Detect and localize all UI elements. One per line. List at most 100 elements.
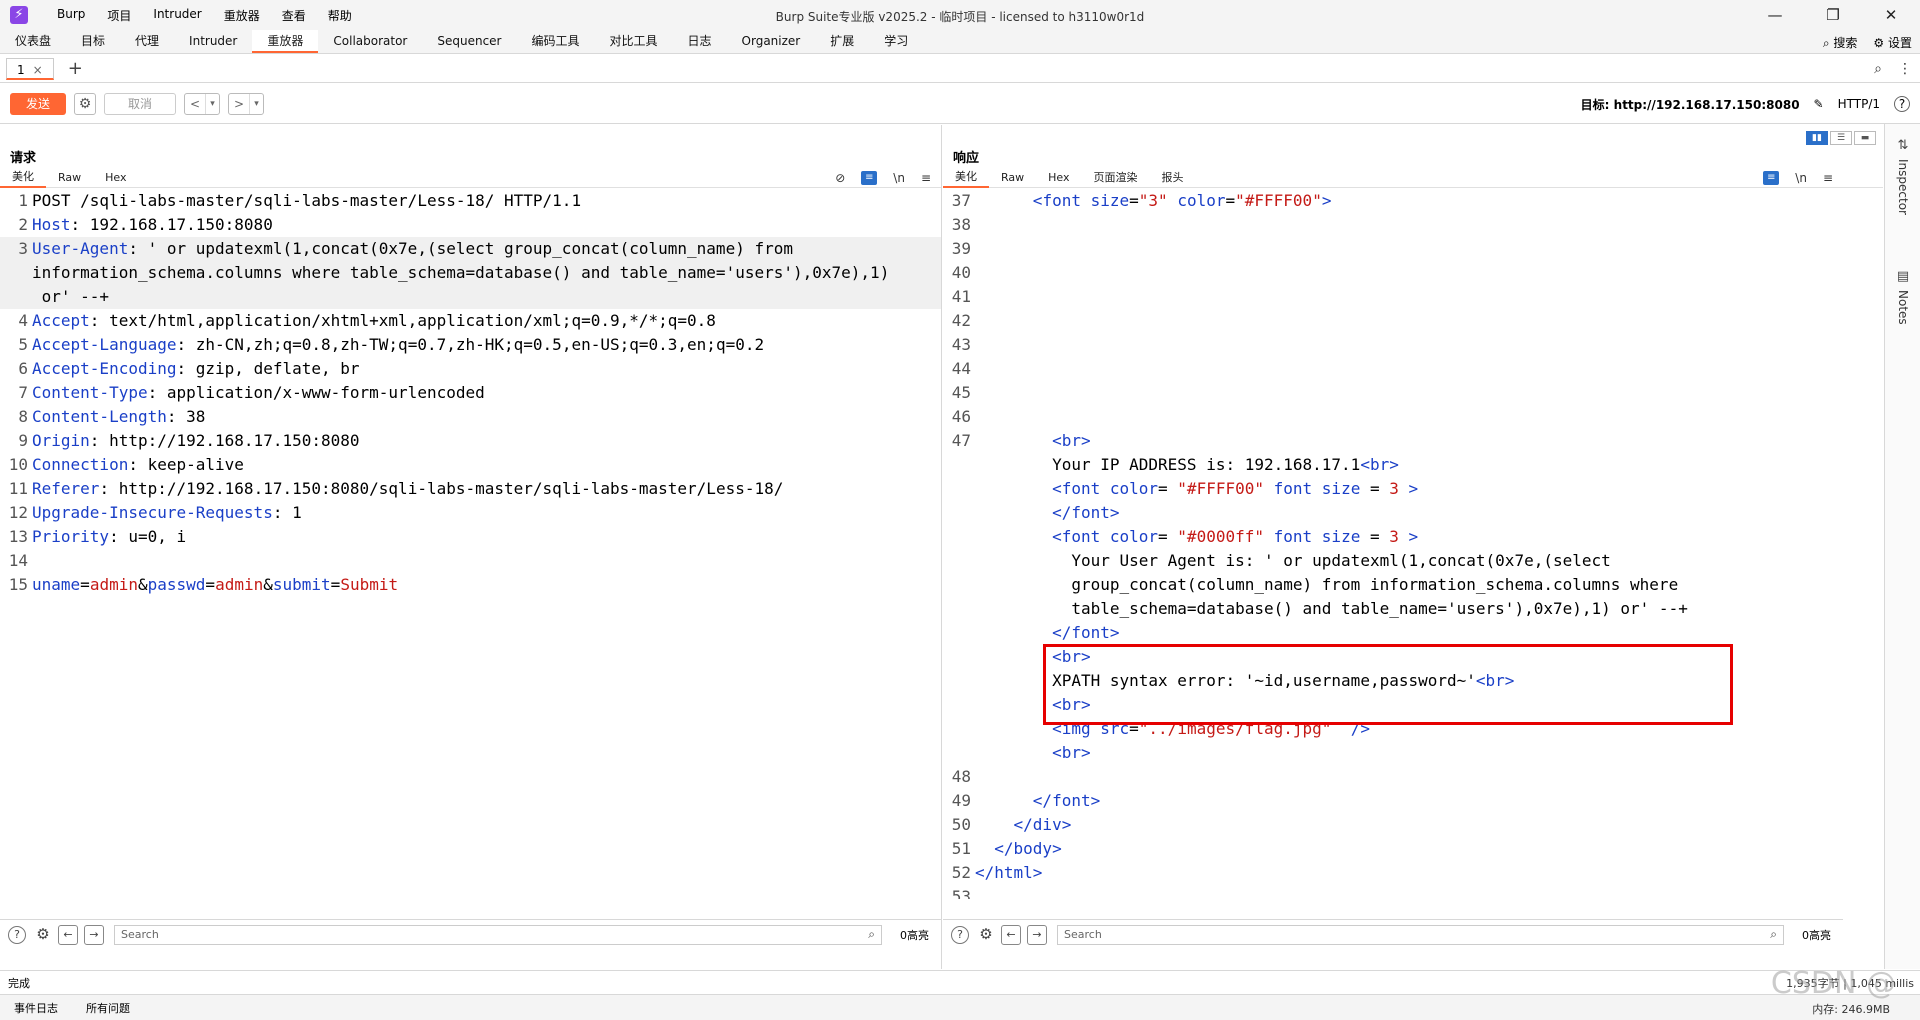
code-line[interactable]: 38	[943, 213, 1843, 237]
close-tab-icon[interactable]: ×	[33, 63, 43, 77]
next-match-icon[interactable]: →	[1027, 924, 1047, 945]
response-tab-pretty[interactable]: 美化	[943, 167, 989, 188]
minimize-icon[interactable]: —	[1746, 0, 1804, 30]
menu-repeater[interactable]: 重放器	[213, 7, 271, 24]
gear-icon[interactable]: ⚙	[977, 926, 995, 944]
help-icon[interactable]: ?	[8, 925, 26, 944]
code-line[interactable]: 44	[943, 357, 1843, 381]
response-tab-headers[interactable]: 报头	[1150, 168, 1196, 187]
http-version-selector[interactable]: HTTP/1	[1838, 97, 1880, 111]
global-search-button[interactable]: ⌕ 搜索	[1823, 34, 1858, 51]
response-tab-render[interactable]: 页面渲染	[1082, 168, 1150, 187]
help-icon[interactable]: ?	[951, 925, 969, 944]
help-icon[interactable]: ?	[1894, 96, 1910, 112]
code-line[interactable]: 52 </html>	[943, 861, 1843, 885]
response-tab-raw[interactable]: Raw	[989, 168, 1036, 187]
response-search-input[interactable]: Search ⌕	[1057, 924, 1784, 945]
code-line[interactable]: 47 <br>	[943, 429, 1843, 453]
code-line[interactable]: 9 Origin: http://192.168.17.150:8080	[0, 429, 941, 453]
gear-icon[interactable]: ⚙	[34, 926, 52, 944]
edit-target-pencil-icon[interactable]: ✎	[1814, 97, 1824, 111]
code-line[interactable]: Your User Agent is: ' or updatexml(1,con…	[943, 549, 1843, 573]
request-editor[interactable]: 1 POST /sqli-labs-master/sqli-labs-master…	[0, 189, 941, 899]
code-line[interactable]: 8 Content-Length: 38	[0, 405, 941, 429]
code-line[interactable]: 13 Priority: u=0, i	[0, 525, 941, 549]
code-line[interactable]: 48	[943, 765, 1843, 789]
response-editor[interactable]: 37 <font size="3" color="#FFFF00"> 38 39 40…	[943, 189, 1843, 899]
code-line[interactable]: 3 User-Agent: ' or updatexml(1,concat(0x7…	[0, 237, 941, 261]
menu-help[interactable]: 帮助	[317, 7, 363, 24]
code-line[interactable]: </font>	[943, 621, 1843, 645]
notes-panel-button[interactable]: ▤ Notes	[1885, 269, 1920, 328]
code-line[interactable]: 12 Upgrade-Insecure-Requests: 1	[0, 501, 941, 525]
tab-learn[interactable]: 学习	[869, 30, 923, 53]
code-line[interactable]: 51 </body>	[943, 837, 1843, 861]
code-line[interactable]: 53	[943, 885, 1843, 899]
code-line[interactable]: 4 Accept: text/html,application/xhtml+xml…	[0, 309, 941, 333]
code-line[interactable]: 40	[943, 261, 1843, 285]
more-icon[interactable]: ⋮	[1898, 61, 1912, 77]
menu-icon[interactable]: ≡	[921, 171, 931, 185]
code-line[interactable]: or' --+	[0, 285, 941, 309]
code-line[interactable]: table_schema=database() and table_name='…	[943, 597, 1843, 621]
code-line[interactable]: 10 Connection: keep-alive	[0, 453, 941, 477]
code-line[interactable]: 5 Accept-Language: zh-CN,zh;q=0.8,zh-TW;q…	[0, 333, 941, 357]
code-line[interactable]: <br>	[943, 693, 1843, 717]
tab-search-icon[interactable]: ⌕	[1874, 61, 1882, 77]
close-icon[interactable]: ✕	[1862, 0, 1920, 30]
layout-tabbed-icon[interactable]: ▬	[1854, 131, 1876, 145]
inspector-panel-button[interactable]: ⇅ Inspector	[1885, 138, 1920, 218]
layout-stacked-icon[interactable]: ☰	[1830, 131, 1852, 145]
add-tab-button[interactable]: +	[68, 58, 83, 79]
code-line[interactable]: 15 uname=admin&passwd=admin&submit=Submit	[0, 573, 941, 597]
tab-decoder[interactable]: 编码工具	[516, 30, 594, 53]
global-settings-button[interactable]: ⚙ 设置	[1873, 34, 1912, 51]
code-line[interactable]: 41	[943, 285, 1843, 309]
menu-intruder[interactable]: Intruder	[142, 7, 212, 24]
previous-match-icon[interactable]: ←	[58, 924, 78, 945]
previous-match-icon[interactable]: ←	[1001, 924, 1021, 945]
word-wrap-icon[interactable]: ≡	[861, 171, 878, 185]
tab-logger[interactable]: 日志	[673, 30, 727, 53]
code-line[interactable]: <img src="../images/flag.jpg" />	[943, 717, 1843, 741]
menu-burp[interactable]: Burp	[46, 7, 96, 24]
back-arrow-icon[interactable]: <	[185, 94, 205, 114]
hide-eye-icon[interactable]: ⊘	[835, 171, 845, 185]
request-search-input[interactable]: Search ⌕	[114, 924, 882, 945]
word-wrap-icon[interactable]: ≡	[1763, 171, 1780, 185]
request-tab-hex[interactable]: Hex	[93, 168, 138, 187]
code-line[interactable]: 43	[943, 333, 1843, 357]
forward-dropdown-icon[interactable]: ▾	[249, 93, 263, 114]
tab-collaborator[interactable]: Collaborator	[318, 30, 422, 53]
code-line[interactable]: 50 </div>	[943, 813, 1843, 837]
request-tab-pretty[interactable]: 美化	[0, 167, 46, 188]
tab-dashboard[interactable]: 仪表盘	[0, 30, 66, 53]
tab-comparer[interactable]: 对比工具	[595, 30, 673, 53]
tab-sequencer[interactable]: Sequencer	[422, 30, 516, 53]
next-match-icon[interactable]: →	[84, 924, 104, 945]
code-line[interactable]: 46	[943, 405, 1843, 429]
code-line[interactable]: 2 Host: 192.168.17.150:8080	[0, 213, 941, 237]
code-line[interactable]: information_schema.columns where table_s…	[0, 261, 941, 285]
menu-icon[interactable]: ≡	[1823, 171, 1833, 185]
layout-side-by-side-icon[interactable]: ▮▮	[1806, 131, 1828, 145]
tab-target[interactable]: 目标	[66, 30, 120, 53]
code-line[interactable]: Your IP ADDRESS is: 192.168.17.1<br>	[943, 453, 1843, 477]
back-dropdown-icon[interactable]: ▾	[205, 93, 219, 114]
tab-organizer[interactable]: Organizer	[727, 30, 816, 53]
code-line[interactable]: 37 <font size="3" color="#FFFF00">	[943, 189, 1843, 213]
code-line[interactable]: 39	[943, 237, 1843, 261]
code-line[interactable]: 6 Accept-Encoding: gzip, deflate, br	[0, 357, 941, 381]
send-button[interactable]: 发送	[10, 92, 66, 115]
newline-icon[interactable]: \n	[1795, 171, 1807, 185]
all-issues-button[interactable]: 所有问题	[72, 1000, 144, 1016]
code-line[interactable]: <br>	[943, 741, 1843, 765]
target-url[interactable]: 目标: http://192.168.17.150:8080	[1581, 96, 1800, 113]
code-line[interactable]: 11 Referer: http://192.168.17.150:8080/sq…	[0, 477, 941, 501]
code-line[interactable]: 7 Content-Type: application/x-www-form-ur…	[0, 381, 941, 405]
code-line[interactable]: 45	[943, 381, 1843, 405]
response-tab-hex[interactable]: Hex	[1036, 168, 1081, 187]
tab-repeater[interactable]: 重放器	[252, 30, 319, 53]
code-line[interactable]: XPATH syntax error: '~id,username,passwo…	[943, 669, 1843, 693]
tab-extensions[interactable]: 扩展	[815, 30, 869, 53]
